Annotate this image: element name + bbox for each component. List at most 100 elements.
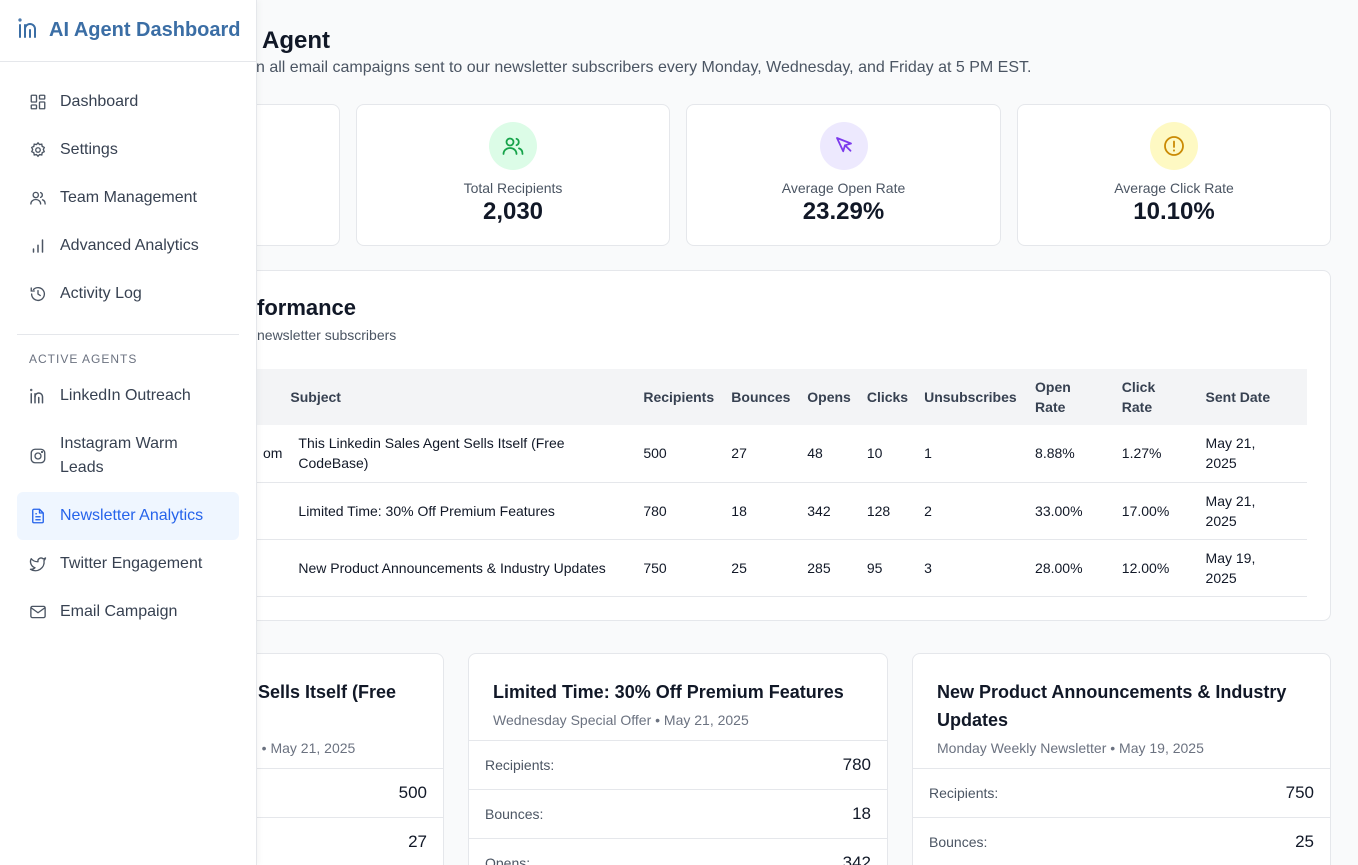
campaign-stat-row: Bounces: 25	[913, 817, 1330, 865]
nav-item-dashboard[interactable]: Dashboard	[17, 78, 239, 126]
campaign-stat-row: Recipients: 750	[913, 768, 1330, 817]
nav-item-instagram-warm-leads[interactable]: Instagram Warm Leads	[17, 420, 239, 492]
cursor-icon	[819, 122, 868, 170]
nav-label: Settings	[60, 141, 118, 158]
stat-value: 750	[1285, 783, 1314, 802]
app-title: AI Agent Dashboard	[49, 19, 241, 41]
stat-value: 2,030	[482, 198, 544, 225]
mail-icon	[30, 605, 46, 619]
nav-item-twitter-engagement[interactable]: Twitter Engagement	[17, 540, 239, 588]
cell-opens: 342	[799, 482, 859, 540]
nav-item-newsletter-analytics[interactable]: Newsletter Analytics	[17, 492, 239, 540]
cell-unsubscribes: 2	[916, 482, 1028, 540]
campaign-title: New Product Announcements & Industry Upd…	[937, 682, 1287, 730]
document-icon	[32, 508, 44, 524]
column-header[interactable]: Clicks	[858, 369, 917, 425]
nav-label: Team Management	[60, 189, 197, 206]
nav-label: Activity Log	[60, 285, 142, 302]
cell-clicks: 95	[858, 539, 917, 597]
nav-label: Email Campaign	[60, 603, 178, 620]
nav-label: Twitter Engagement	[60, 555, 203, 572]
agents-nav: LinkedIn Outreach Instagram Warm Leads N…	[0, 372, 256, 636]
cell-sent-date: May 21, 2025	[1197, 482, 1307, 540]
stat-value: 500	[398, 783, 427, 802]
cell-unsubscribes: 3	[916, 539, 1028, 597]
campaign-card: New Product Announcements & Industry Upd…	[912, 653, 1331, 865]
column-header[interactable]: Bounces	[723, 369, 800, 425]
nav-item-settings[interactable]: Settings	[17, 126, 239, 174]
column-header[interactable]: Recipients	[635, 369, 724, 425]
table-row[interactable]: New Product Announcements & Industry Upd…	[225, 539, 1307, 597]
stat-value: 780	[842, 755, 871, 774]
instagram-icon	[30, 448, 46, 464]
nav-label: Advanced Analytics	[60, 237, 199, 254]
cell-unsubscribes: 1	[916, 425, 1028, 483]
brand[interactable]: AI Agent Dashboard	[0, 0, 256, 62]
column-header[interactable]: Subject	[282, 369, 636, 425]
stat-value: 342	[842, 853, 871, 865]
column-header[interactable]: Opens	[799, 369, 859, 425]
cell-subject: This Linkedin Sales Agent Sells Itself (…	[282, 425, 636, 483]
cell-open-rate: 28.00%	[1027, 539, 1114, 597]
gear-icon	[30, 141, 46, 158]
table-row[interactable]: om This Linkedin Sales Agent Sells Itsel…	[225, 425, 1307, 483]
nav-label: Instagram Warm Leads	[60, 435, 178, 476]
stat-label: Average Open Rate	[781, 180, 906, 196]
stat-value: 18	[852, 804, 871, 823]
stat-label: Total Recipients	[463, 180, 563, 196]
stat-value: 27	[408, 832, 427, 851]
stat-label: Opens:	[485, 855, 531, 865]
cell-sent-date: May 19, 2025	[1197, 539, 1307, 597]
campaign-stat-row: Bounces: 18	[469, 789, 887, 838]
cell-opens: 285	[799, 539, 859, 597]
dashboard-icon	[30, 94, 46, 110]
table-row[interactable]: Limited Time: 30% Off Premium Features 7…	[225, 482, 1307, 540]
stat-card-click-rate: Average Click Rate 10.10%	[1017, 104, 1331, 246]
stat-card-total-recipients: Total Recipients 2,030	[356, 104, 670, 246]
column-header[interactable]: Unsubscribes	[916, 369, 1028, 425]
stat-label: Average Click Rate	[1114, 180, 1234, 196]
users-icon	[30, 191, 46, 205]
nav-item-advanced-analytics[interactable]: Advanced Analytics	[17, 222, 239, 270]
nav-item-email-campaign[interactable]: Email Campaign	[17, 588, 239, 636]
cell-open-rate: 8.88%	[1027, 425, 1114, 483]
performance-subtitle: newsletter subscribers	[257, 327, 397, 343]
main-nav: Dashboard Settings Team Management Advan…	[0, 62, 256, 318]
performance-title: formance	[257, 295, 357, 320]
linkedin-icon	[30, 388, 44, 404]
page-description: n all email campaigns sent to our newsle…	[256, 59, 1032, 76]
cell-bounces: 25	[723, 539, 800, 597]
column-header[interactable]: Open Rate	[1027, 369, 1114, 425]
campaign-stat-row: Opens: 342	[469, 838, 887, 865]
cell-recipients: 780	[635, 482, 724, 540]
nav-item-linkedin-outreach[interactable]: LinkedIn Outreach	[17, 372, 239, 420]
performance-card: formance newsletter subscribers Subject …	[200, 270, 1331, 621]
users-icon	[489, 122, 537, 170]
stat-label: Bounces:	[485, 806, 544, 822]
cell-recipients: 750	[635, 539, 724, 597]
nav-item-activity-log[interactable]: Activity Log	[17, 270, 239, 318]
cell-subject: Limited Time: 30% Off Premium Features	[282, 482, 636, 540]
cell-open-rate: 33.00%	[1027, 482, 1114, 540]
sidebar: AI Agent Dashboard Dashboard Settings Te…	[0, 0, 257, 865]
cell-click-rate: 17.00%	[1113, 482, 1198, 540]
nav-item-team-management[interactable]: Team Management	[17, 174, 239, 222]
campaign-card: Limited Time: 30% Off Premium Features W…	[468, 653, 888, 865]
section-label: ACTIVE AGENTS	[29, 352, 138, 366]
stat-value: 25	[1295, 832, 1314, 851]
page-title: Agent	[262, 27, 330, 54]
nav-label: Newsletter Analytics	[60, 507, 204, 524]
column-header[interactable]: Click Rate	[1113, 369, 1198, 425]
linkedin-logo-icon	[17, 16, 41, 45]
twitter-icon	[29, 557, 47, 572]
bar-chart-icon	[32, 239, 44, 253]
cell-clicks: 10	[858, 425, 917, 483]
stat-card-open-rate: Average Open Rate 23.29%	[686, 104, 1001, 246]
cell-bounces: 27	[723, 425, 800, 483]
cell-bounces: 18	[723, 482, 800, 540]
campaign-title: Limited Time: 30% Off Premium Features	[493, 682, 844, 702]
campaign-meta: Monday Weekly Newsletter • May 19, 2025	[937, 740, 1204, 756]
cell-click-rate: 12.00%	[1113, 539, 1198, 597]
column-header[interactable]: Sent Date	[1197, 369, 1307, 425]
cell-subject: New Product Announcements & Industry Upd…	[282, 539, 636, 597]
